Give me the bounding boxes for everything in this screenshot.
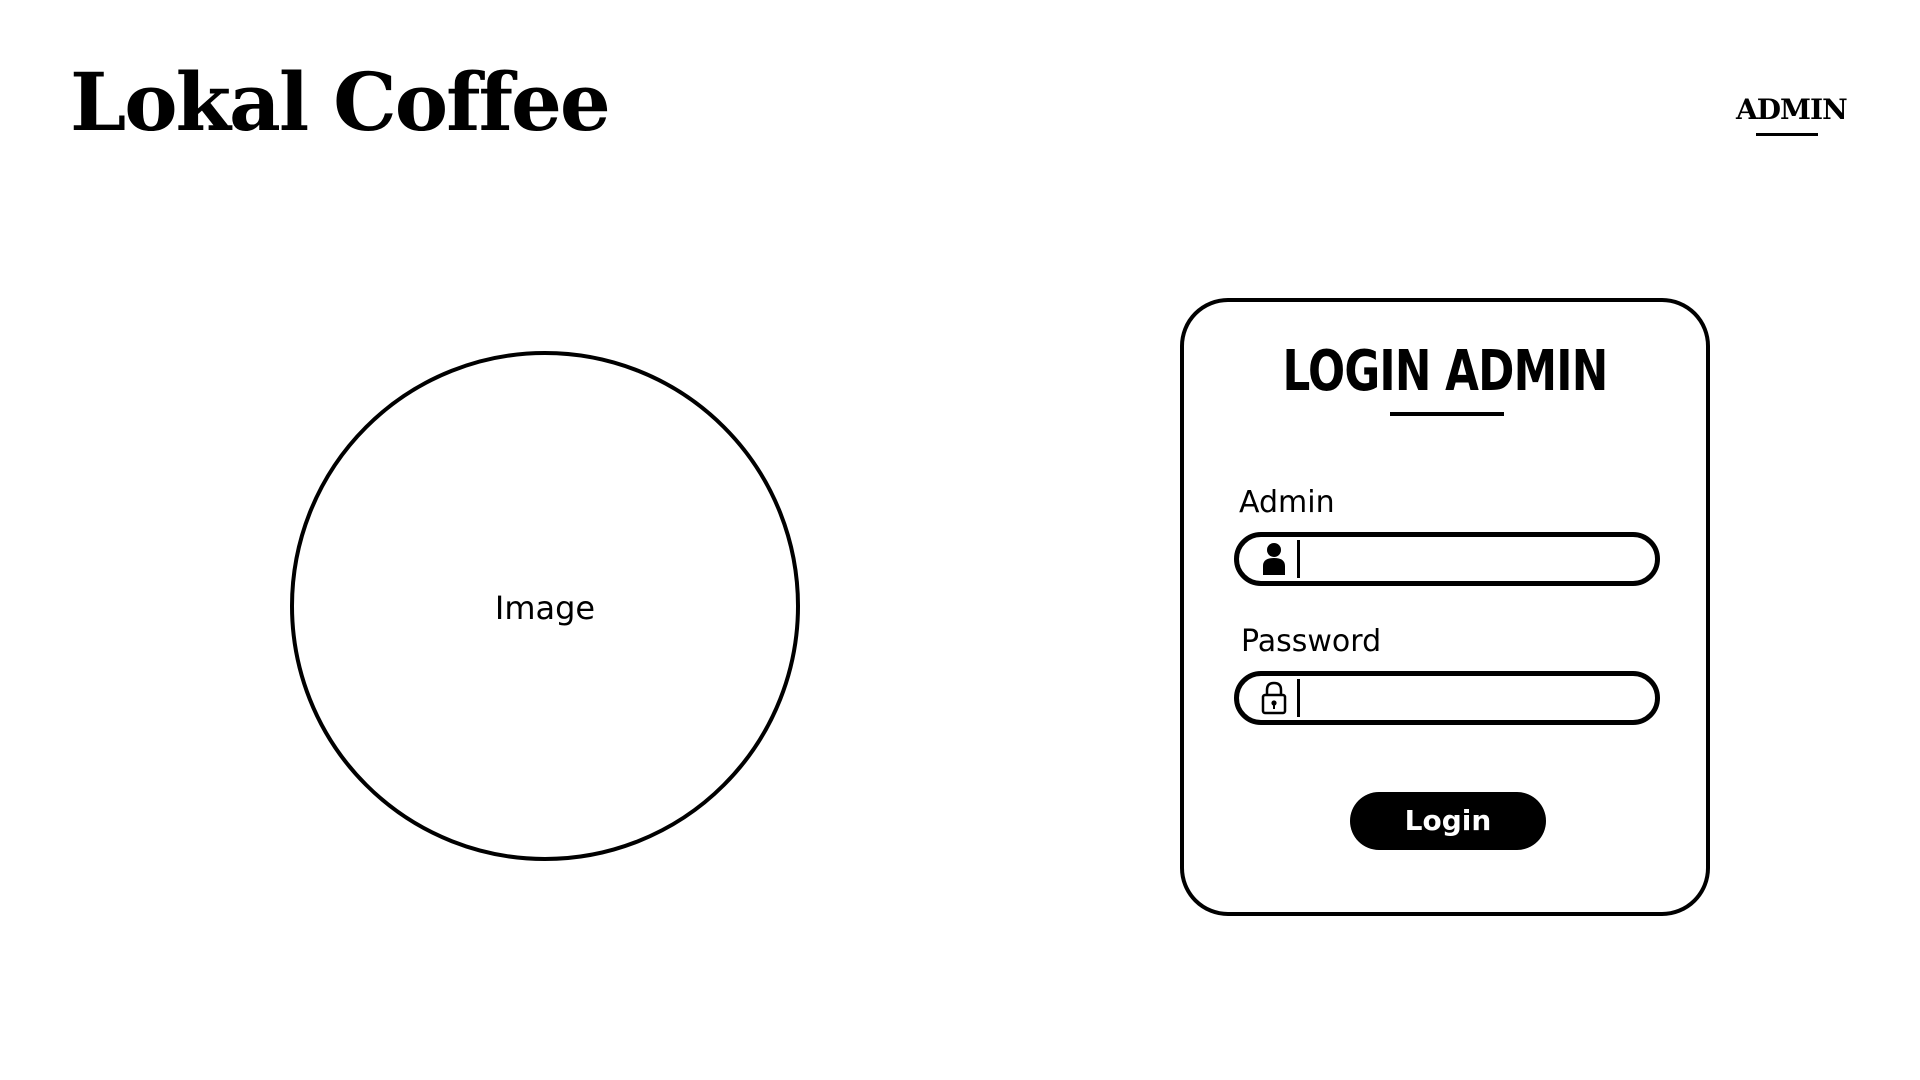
image-placeholder-label: Image [494,589,596,627]
login-title: LOGIN ADMIN [1282,339,1608,404]
password-input[interactable] [1297,679,1631,717]
user-icon [1259,540,1289,578]
admin-input[interactable] [1297,540,1631,578]
login-button[interactable]: Login [1350,792,1546,850]
lock-icon [1259,679,1289,717]
login-title-underline [1390,412,1504,416]
image-placeholder: Image [290,351,800,861]
admin-field-label: Admin [1239,485,1335,520]
brand-title: Lokal Coffee [70,55,611,149]
password-field[interactable] [1234,671,1660,725]
nav-admin-underline [1756,133,1818,136]
password-field-label: Password [1241,624,1382,659]
admin-field[interactable] [1234,532,1660,586]
login-card: LOGIN ADMIN Admin Password Login [1180,298,1710,916]
nav-admin-link[interactable]: ADMIN [1736,96,1848,124]
